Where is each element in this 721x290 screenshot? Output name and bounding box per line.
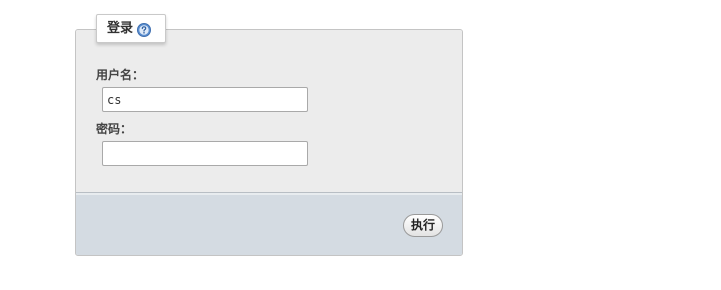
username-label: 用户名： [96,68,145,82]
username-input[interactable] [102,87,308,112]
password-label: 密码： [96,122,133,136]
login-tab[interactable]: 登录 [96,14,166,43]
help-icon[interactable] [137,22,152,37]
execute-button[interactable]: 执行 [403,214,443,237]
login-form-panel: 用户名： 密码： 执行 [75,29,463,256]
password-input[interactable] [102,141,308,166]
login-tab-title: 登录 [107,21,134,36]
form-body: 用户名： 密码： [76,30,462,192]
